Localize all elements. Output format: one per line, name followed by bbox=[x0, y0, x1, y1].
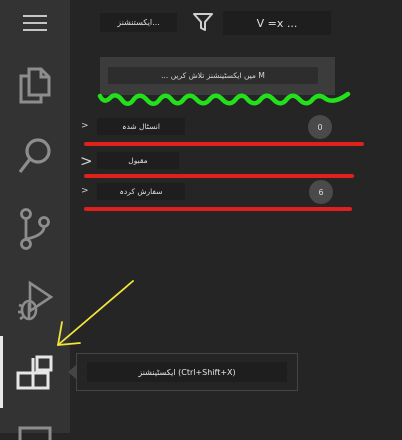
run-debug-icon bbox=[15, 279, 55, 323]
activity-run-debug[interactable] bbox=[0, 276, 70, 326]
view-more-actions[interactable]: V =x ... bbox=[223, 11, 331, 35]
section-recommended[interactable]: سفارش کردہ bbox=[97, 183, 185, 200]
red-underline-installed bbox=[84, 142, 364, 146]
recommended-chevron[interactable]: > bbox=[81, 186, 89, 196]
activity-search[interactable] bbox=[0, 132, 70, 182]
red-underline-popular bbox=[84, 174, 354, 178]
filter-button[interactable] bbox=[192, 11, 214, 37]
popular-chevron[interactable]: > bbox=[80, 152, 93, 170]
activity-explorer[interactable] bbox=[0, 60, 70, 110]
extensions-tooltip: ایکسٹینشنز (Ctrl+Shift+X) bbox=[76, 353, 298, 391]
extensions-icon bbox=[15, 354, 55, 394]
section-popular[interactable]: مقبول bbox=[97, 152, 179, 169]
remote-explorer-icon bbox=[17, 420, 53, 440]
extensions-title-button[interactable]: ایکستنشنز... bbox=[100, 13, 177, 32]
tooltip-text: ایکسٹینشنز (Ctrl+Shift+X) bbox=[87, 362, 287, 382]
activity-remote-explorer[interactable] bbox=[0, 420, 70, 440]
installed-count-badge: 0 bbox=[308, 115, 332, 139]
source-control-icon bbox=[17, 207, 53, 251]
red-underline-recommended bbox=[84, 207, 352, 211]
filter-icon bbox=[192, 13, 214, 37]
section-installed[interactable]: انسٹال شدہ bbox=[97, 118, 185, 135]
activity-extensions[interactable] bbox=[0, 348, 70, 400]
tooltip-arrow bbox=[68, 365, 76, 379]
explorer-icon bbox=[17, 65, 53, 105]
menu-icon bbox=[22, 14, 48, 32]
activity-source-control[interactable] bbox=[0, 204, 70, 254]
extensions-search-input[interactable]: ... میں ایکسٹینشنز تلاش کریں M bbox=[108, 67, 318, 84]
activity-bar bbox=[0, 0, 70, 440]
menu-button[interactable] bbox=[0, 8, 70, 38]
recommended-count-badge: 6 bbox=[309, 180, 333, 204]
installed-chevron[interactable]: > bbox=[81, 121, 89, 131]
search-box-container: ... میں ایکسٹینشنز تلاش کریں M bbox=[100, 57, 335, 95]
search-icon bbox=[17, 137, 53, 177]
